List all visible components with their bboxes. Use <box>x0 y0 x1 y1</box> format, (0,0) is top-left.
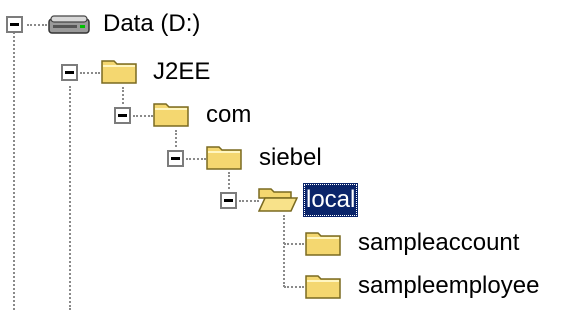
folder-open-icon <box>258 188 298 212</box>
tree-connector <box>284 243 304 245</box>
folder-tree[interactable]: Data (D:) J2EE com siebel local sampleac… <box>0 0 570 310</box>
collapse-toggle-com[interactable] <box>114 107 131 124</box>
tree-item-data-drive[interactable]: Data (D:) <box>100 7 203 41</box>
tree-connector <box>175 130 177 147</box>
tree-connector <box>122 87 124 104</box>
tree-item-sampleemployee[interactable]: sampleemployee <box>355 269 542 303</box>
collapse-toggle-data-drive[interactable] <box>6 16 23 33</box>
drive-icon <box>48 15 90 34</box>
tree-item-local[interactable]: local <box>303 183 359 217</box>
collapse-toggle-siebel[interactable] <box>167 150 184 167</box>
folder-icon <box>305 232 341 256</box>
tree-connector <box>27 24 47 26</box>
tree-connector <box>69 86 71 310</box>
folder-icon <box>101 60 137 84</box>
tree-connector <box>284 286 304 288</box>
tree-connector <box>13 32 15 310</box>
folder-icon <box>305 275 341 299</box>
collapse-toggle-j2ee[interactable] <box>61 64 78 81</box>
collapse-toggle-local[interactable] <box>220 192 237 209</box>
tree-item-sampleaccount[interactable]: sampleaccount <box>355 226 522 260</box>
tree-connector <box>228 172 230 189</box>
folder-icon <box>206 146 242 170</box>
tree-connector <box>133 115 153 117</box>
tree-connector <box>186 158 206 160</box>
folder-icon <box>153 103 189 127</box>
tree-item-com[interactable]: com <box>203 98 254 132</box>
tree-item-siebel[interactable]: siebel <box>256 141 325 175</box>
tree-connector <box>239 200 259 202</box>
tree-connector <box>80 72 100 74</box>
tree-item-j2ee[interactable]: J2EE <box>150 55 213 89</box>
tree-connector <box>283 215 285 287</box>
